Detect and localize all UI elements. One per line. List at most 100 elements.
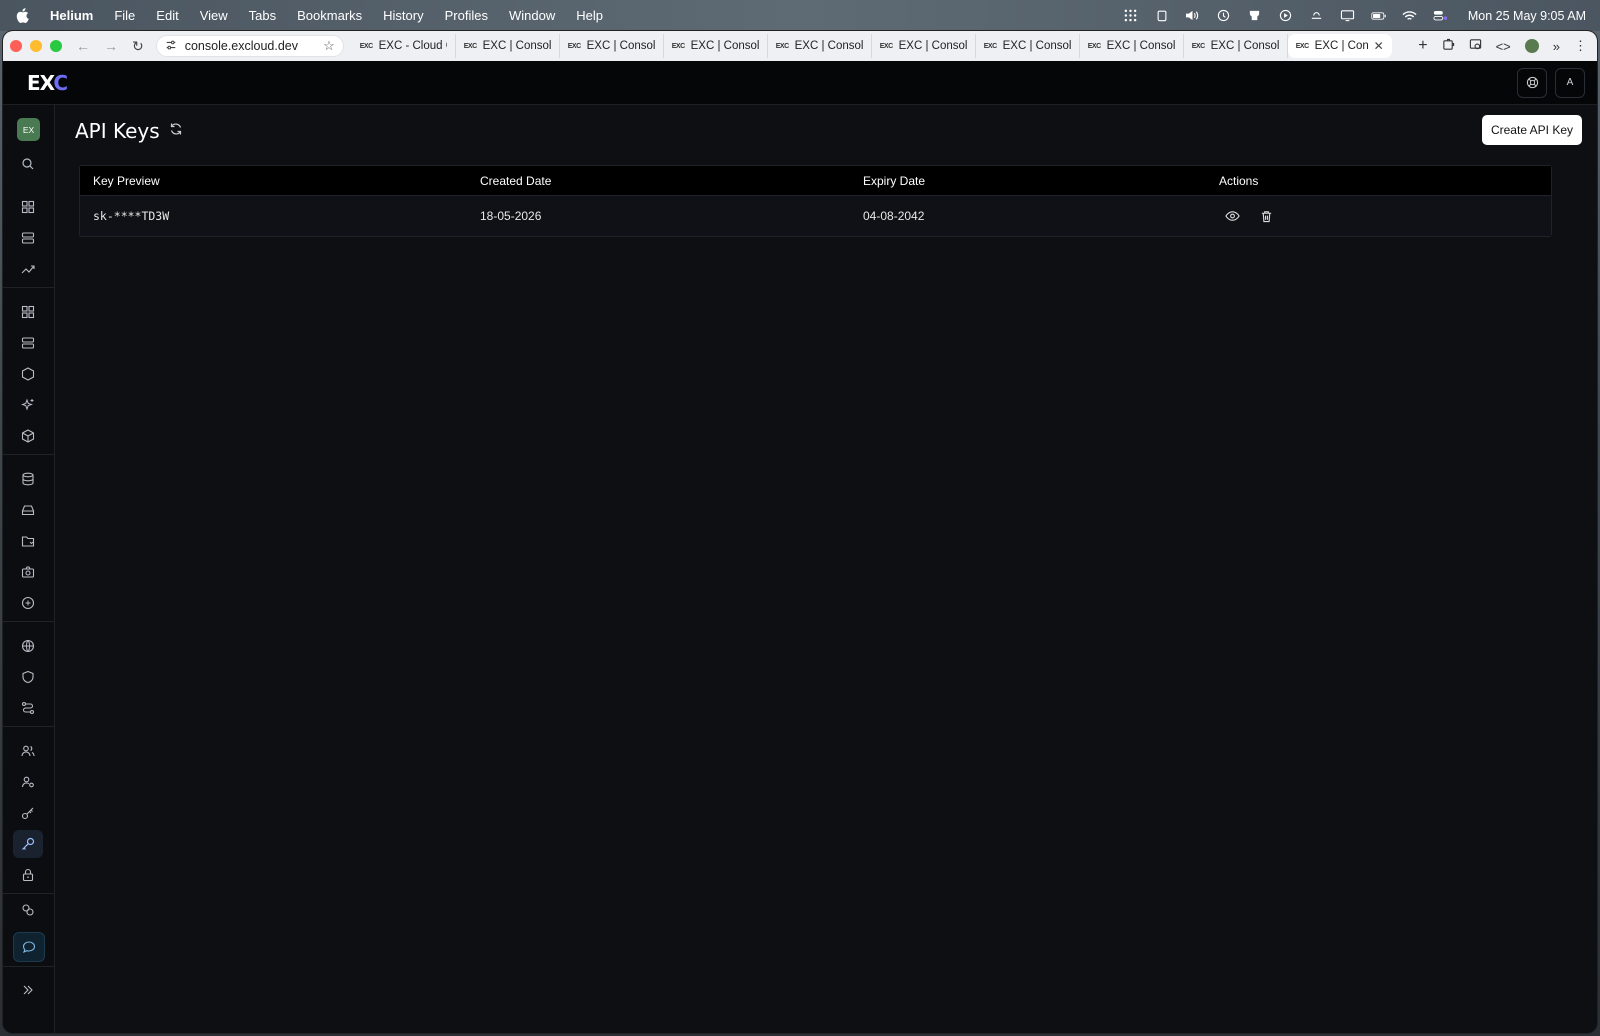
create-api-key-button[interactable]: Create API Key — [1482, 115, 1582, 145]
sidebar-servers-icon[interactable] — [13, 224, 43, 252]
tab-favicon: EXC — [775, 42, 789, 50]
url-text[interactable]: console.excloud.dev — [185, 39, 315, 53]
menu-bookmarks[interactable]: Bookmarks — [297, 8, 362, 23]
clipboard-icon[interactable] — [1154, 9, 1170, 23]
bookmark-star-icon[interactable]: ☆ — [323, 38, 335, 54]
browser-tab-active[interactable]: EXC EXC | Cons ✕ — [1287, 34, 1392, 58]
sidebar-trending-icon[interactable] — [13, 255, 43, 283]
menu-app-name[interactable]: Helium — [50, 8, 93, 23]
sidebar-globe-icon[interactable] — [13, 632, 43, 660]
control-grid-icon[interactable] — [1123, 9, 1139, 23]
support-button[interactable] — [1517, 67, 1547, 98]
menu-file[interactable]: File — [114, 8, 135, 23]
sidebar-apps-icon[interactable] — [13, 298, 43, 326]
close-tab-icon[interactable]: ✕ — [1374, 39, 1384, 53]
browser-menu-icon[interactable]: ⋮ — [1574, 38, 1587, 54]
menu-history[interactable]: History — [383, 8, 423, 23]
sidebar-users-icon[interactable] — [13, 737, 43, 765]
delete-trash-icon[interactable] — [1258, 208, 1274, 224]
tab-favicon: EXC — [1295, 42, 1309, 50]
battery-icon[interactable] — [1371, 9, 1387, 23]
tab-favicon: EXC — [567, 42, 581, 50]
refresh-icon[interactable] — [169, 122, 183, 136]
close-window-button[interactable] — [10, 40, 22, 52]
column-header-created-date[interactable]: Created Date — [480, 174, 863, 188]
sidebar-camera-icon[interactable] — [13, 558, 43, 586]
volume-icon[interactable] — [1185, 9, 1201, 23]
browser-tab[interactable]: EXC EXC - Cloud Co — [352, 34, 456, 58]
wifi-icon[interactable] — [1402, 9, 1418, 23]
view-eye-icon[interactable] — [1224, 208, 1240, 224]
code-icon[interactable]: <> — [1496, 39, 1511, 54]
site-settings-icon[interactable] — [165, 39, 177, 54]
apple-icon[interactable] — [16, 8, 30, 24]
reload-icon[interactable]: ↻ — [132, 38, 144, 55]
browser-tab[interactable]: EXC EXC | Console — [1080, 34, 1184, 58]
column-header-actions: Actions — [1219, 173, 1259, 188]
actions-cell — [1219, 208, 1551, 224]
logo-text: EX — [27, 70, 54, 95]
screenshot-icon[interactable] — [1469, 38, 1482, 54]
browser-tab[interactable]: EXC EXC | Console — [872, 34, 976, 58]
more-tabs-chevron-icon[interactable]: » — [1553, 39, 1560, 54]
address-bar[interactable]: console.excloud.dev ☆ — [155, 35, 344, 57]
created-date-cell: 18-05-2026 — [480, 209, 542, 223]
column-header-expiry-date[interactable]: Expiry Date — [863, 174, 1219, 188]
profile-avatar-icon[interactable] — [1524, 39, 1539, 53]
browser-tab[interactable]: EXC EXC | Console — [456, 34, 560, 58]
display-icon[interactable] — [1340, 9, 1356, 23]
browser-tab[interactable]: EXC EXC | Console — [976, 34, 1080, 58]
new-tab-icon[interactable]: + — [1418, 37, 1427, 55]
sidebar-sparkles-icon[interactable] — [13, 391, 43, 419]
tab-title: EXC | Console — [482, 40, 551, 52]
tab-title: EXC | Console — [1106, 40, 1175, 52]
sidebar-folder-icon[interactable] — [13, 527, 43, 555]
control-center-icon[interactable] — [1433, 9, 1449, 23]
sidebar-search-icon[interactable] — [13, 150, 43, 178]
sidebar-lock-icon[interactable] — [13, 861, 43, 889]
sidebar-hexagon-icon[interactable] — [13, 360, 43, 388]
sidebar-key-icon[interactable] — [13, 799, 43, 827]
org-avatar[interactable]: EX — [17, 118, 40, 141]
menubar-clock[interactable]: Mon 25 May 9:05 AM — [1468, 9, 1586, 23]
column-header-key-preview[interactable]: Key Preview — [80, 174, 480, 188]
menu-help[interactable]: Help — [576, 8, 603, 23]
menu-edit[interactable]: Edit — [156, 8, 178, 23]
browser-tab[interactable]: EXC EXC | Console — [768, 34, 872, 58]
menu-tabs[interactable]: Tabs — [249, 8, 276, 23]
tab-title: EXC | Console — [586, 40, 655, 52]
sidebar-shield-icon[interactable] — [13, 663, 43, 691]
forward-arrow-icon[interactable]: → — [104, 38, 118, 54]
sidebar-backup-icon[interactable] — [13, 589, 43, 617]
sidebar-instances-icon[interactable] — [13, 329, 43, 357]
back-arrow-icon[interactable]: ← — [76, 38, 90, 54]
browser-tab[interactable]: EXC EXC | Console — [560, 34, 664, 58]
sidebar-storage-icon[interactable] — [13, 496, 43, 524]
sidebar-api-keys-icon[interactable] — [13, 830, 43, 858]
sidebar-expand-icon[interactable] — [13, 976, 43, 1004]
menu-window[interactable]: Window — [509, 8, 555, 23]
sidebar-database-icon[interactable] — [13, 465, 43, 493]
app-status-icon[interactable] — [1247, 9, 1263, 23]
minimize-window-button[interactable] — [30, 40, 42, 52]
sidebar-dashboard-icon[interactable] — [13, 193, 43, 221]
weather-icon[interactable] — [1309, 9, 1325, 23]
sidebar-package-icon[interactable] — [13, 422, 43, 450]
user-avatar-button[interactable]: A — [1555, 67, 1585, 98]
maximize-window-button[interactable] — [50, 40, 62, 52]
play-icon[interactable] — [1278, 9, 1294, 23]
sidebar-routes-icon[interactable] — [13, 694, 43, 722]
time-machine-icon[interactable] — [1216, 9, 1232, 23]
tab-title: EXC | Console — [1002, 40, 1071, 52]
sidebar-integrations-icon[interactable] — [13, 896, 43, 924]
browser-tab[interactable]: EXC EXC | Console — [1184, 34, 1288, 58]
menu-view[interactable]: View — [200, 8, 228, 23]
browser-tab[interactable]: EXC EXC | Console — [664, 34, 768, 58]
tab-strip: EXCEXC - Cloud Co EXCEXC | Console EXCEX… — [352, 34, 1392, 58]
extensions-icon[interactable] — [1442, 38, 1455, 54]
app-header: EXC A — [3, 61, 1597, 105]
sidebar-user-settings-icon[interactable] — [13, 768, 43, 796]
menu-profiles[interactable]: Profiles — [445, 8, 488, 23]
exc-logo[interactable]: EXC — [27, 70, 68, 95]
sidebar-chat-icon[interactable] — [13, 932, 45, 962]
